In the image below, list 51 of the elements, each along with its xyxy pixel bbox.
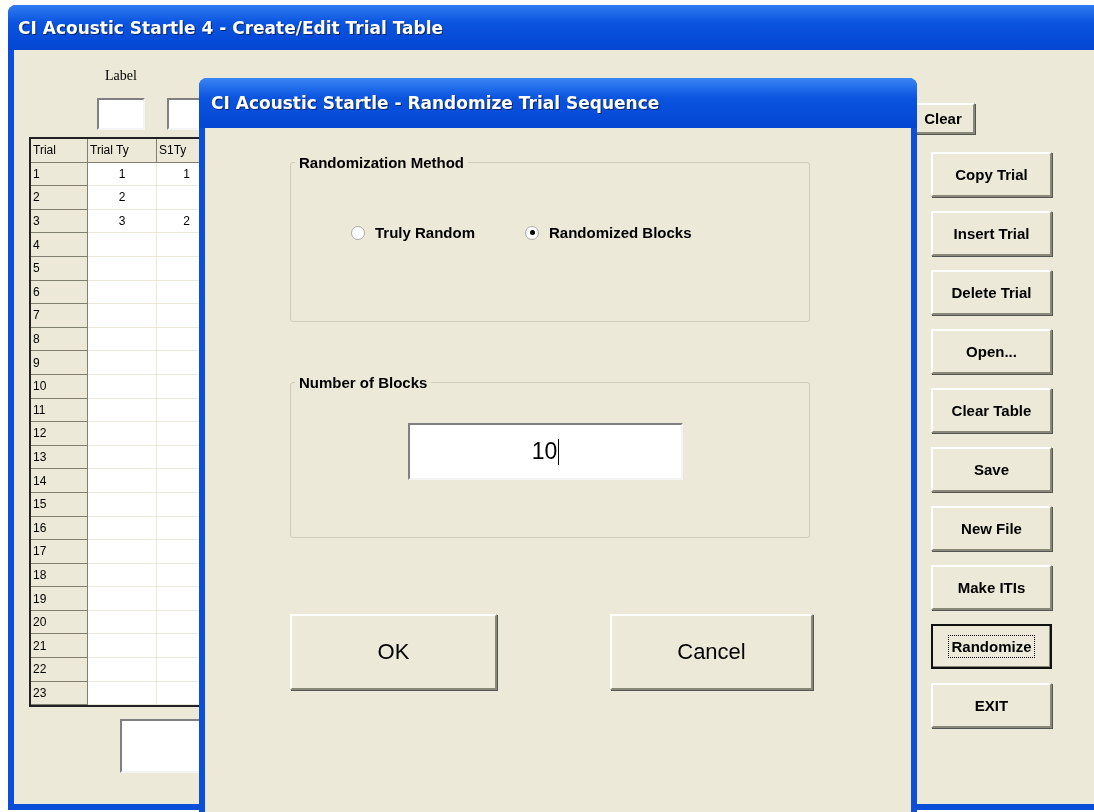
row-header: 19 (31, 587, 88, 611)
table-cell: 3 (88, 209, 157, 234)
row-header: 8 (31, 327, 88, 352)
column-header: Trial Ty (88, 139, 157, 163)
row-header: 11 (31, 398, 88, 423)
group-title: Randomization Method (298, 154, 465, 171)
column-header: Trial (31, 139, 88, 163)
table-cell: 1 (88, 162, 157, 187)
row-header: 6 (31, 280, 88, 305)
dialog-title: CI Acoustic Startle - Randomize Trial Sequence (211, 93, 660, 113)
table-cell: 2 (88, 186, 157, 210)
row-header: 13 (31, 445, 88, 470)
action-button[interactable]: Randomize (931, 624, 1052, 669)
row-header: 3 (31, 209, 88, 234)
radio-label[interactable]: Truly Random (375, 224, 475, 241)
radio-label[interactable]: Randomized Blocks (549, 224, 692, 241)
row-header: 23 (31, 681, 88, 706)
radio-button[interactable] (351, 225, 365, 240)
action-button[interactable]: Save (931, 447, 1052, 492)
row-header: 10 (31, 374, 88, 399)
dialog-button[interactable]: OK (290, 614, 497, 690)
row-header: 5 (31, 256, 88, 281)
label-input-field[interactable] (97, 98, 145, 130)
row-header: 22 (31, 658, 88, 682)
row-header: 18 (31, 563, 88, 588)
row-header: 4 (31, 233, 88, 257)
action-button[interactable]: Clear Table (931, 388, 1052, 433)
row-header: 20 (31, 610, 88, 635)
column-label: Label (104, 68, 138, 85)
action-button[interactable]: Delete Trial (931, 270, 1052, 315)
action-button[interactable]: Open... (931, 329, 1052, 374)
row-header: 16 (31, 516, 88, 541)
group-title: Number of Blocks (298, 374, 429, 391)
row-header: 12 (31, 422, 88, 446)
row-header: 1 (31, 162, 88, 187)
row-header: 7 (31, 304, 88, 328)
row-header: 21 (31, 634, 88, 659)
radio-button[interactable] (525, 225, 539, 240)
dialog-button[interactable]: Cancel (610, 614, 813, 690)
action-button[interactable]: Make ITIs (931, 565, 1052, 610)
row-header: 15 (31, 492, 88, 517)
number-field[interactable]: 10 (408, 423, 683, 480)
row-header: 2 (31, 186, 88, 210)
window-title: CI Acoustic Startle 4 - Create/Edit Trial Table (18, 17, 444, 38)
action-button[interactable]: New File (931, 506, 1052, 551)
action-button[interactable]: Insert Trial (931, 211, 1052, 256)
action-button[interactable]: EXIT (931, 683, 1052, 728)
row-header: 17 (31, 540, 88, 564)
action-button[interactable]: Copy Trial (931, 152, 1052, 197)
row-header: 9 (31, 351, 88, 375)
row-header: 14 (31, 469, 88, 493)
